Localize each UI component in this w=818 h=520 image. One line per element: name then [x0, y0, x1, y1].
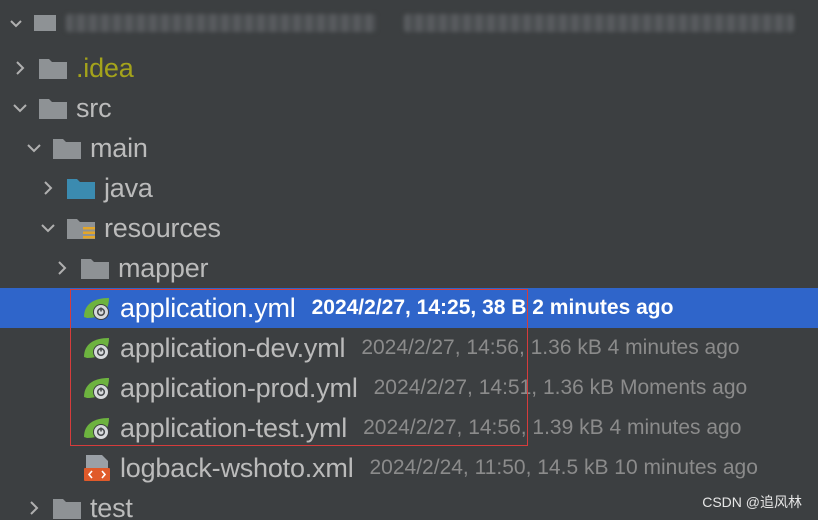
tree-item-label: mapper [118, 252, 209, 283]
file-meta: 2024/2/27, 14:56, 1.39 kB 4 minutes ago [363, 416, 742, 439]
tree-item-label: application.yml [120, 292, 296, 323]
chevron-down-icon[interactable] [38, 218, 58, 238]
folder-icon [80, 255, 110, 281]
spring-config-file-icon [82, 335, 112, 361]
chevron-right-icon[interactable] [52, 258, 72, 278]
obscured-project-name [66, 14, 376, 32]
chevron-down-icon[interactable] [6, 13, 26, 33]
spring-config-file-icon [82, 375, 112, 401]
file-meta: 2024/2/27, 14:25, 38 B 2 minutes ago [311, 296, 674, 319]
tree-item-java[interactable]: java [0, 168, 818, 208]
chevron-right-icon[interactable] [24, 498, 44, 518]
obscured-project-path [404, 14, 794, 32]
tree-item-label: application-prod.yml [120, 372, 358, 403]
spring-config-file-icon [82, 415, 112, 441]
project-root-row[interactable] [0, 0, 818, 46]
tree-item-label: java [104, 172, 153, 203]
tree-item-resources[interactable]: resources [0, 208, 818, 248]
tree-item-src[interactable]: src [0, 88, 818, 128]
source-folder-icon [66, 175, 96, 201]
tree-item-label: main [90, 132, 148, 163]
chevron-down-icon[interactable] [10, 98, 30, 118]
tree-item-test[interactable]: test [0, 488, 818, 520]
chevron-right-icon[interactable] [10, 58, 30, 78]
file-meta: 2024/2/24, 11:50, 14.5 kB 10 minutes ago [369, 456, 758, 479]
tree-item-label: logback-wshoto.xml [120, 452, 354, 483]
spring-config-file-icon [82, 295, 112, 321]
tree-item-label: test [90, 492, 133, 520]
tree-item-label: src [76, 92, 112, 123]
file-meta: 2024/2/27, 14:56, 1.36 kB 4 minutes ago [361, 336, 740, 359]
tree-item-label: application-test.yml [120, 412, 348, 443]
folder-icon [34, 15, 56, 31]
tree-item-label: application-dev.yml [120, 332, 346, 363]
resources-folder-icon [66, 215, 96, 241]
chevron-down-icon[interactable] [24, 138, 44, 158]
project-tree: .idea src main java resources mapper app… [0, 0, 818, 520]
tree-item-main[interactable]: main [0, 128, 818, 168]
tree-item-logback-xml[interactable]: logback-wshoto.xml 2024/2/24, 11:50, 14.… [0, 448, 818, 488]
tree-item-label: resources [104, 212, 221, 243]
tree-item-label: .idea [76, 52, 134, 83]
folder-icon [38, 95, 68, 121]
tree-item-application-yml[interactable]: application.yml 2024/2/27, 14:25, 38 B 2… [0, 288, 818, 328]
tree-item-application-prod-yml[interactable]: application-prod.yml 2024/2/27, 14:51, 1… [0, 368, 818, 408]
watermark: CSDN @追风林 [702, 494, 802, 510]
tree-item-idea[interactable]: .idea [0, 48, 818, 88]
tree-item-application-dev-yml[interactable]: application-dev.yml 2024/2/27, 14:56, 1.… [0, 328, 818, 368]
folder-icon [52, 135, 82, 161]
xml-file-icon [82, 455, 112, 481]
tree-item-application-test-yml[interactable]: application-test.yml 2024/2/27, 14:56, 1… [0, 408, 818, 448]
chevron-right-icon[interactable] [38, 178, 58, 198]
folder-icon [52, 495, 82, 520]
tree-item-mapper[interactable]: mapper [0, 248, 818, 288]
folder-icon [38, 55, 68, 81]
file-meta: 2024/2/27, 14:51, 1.36 kB Moments ago [373, 376, 748, 399]
